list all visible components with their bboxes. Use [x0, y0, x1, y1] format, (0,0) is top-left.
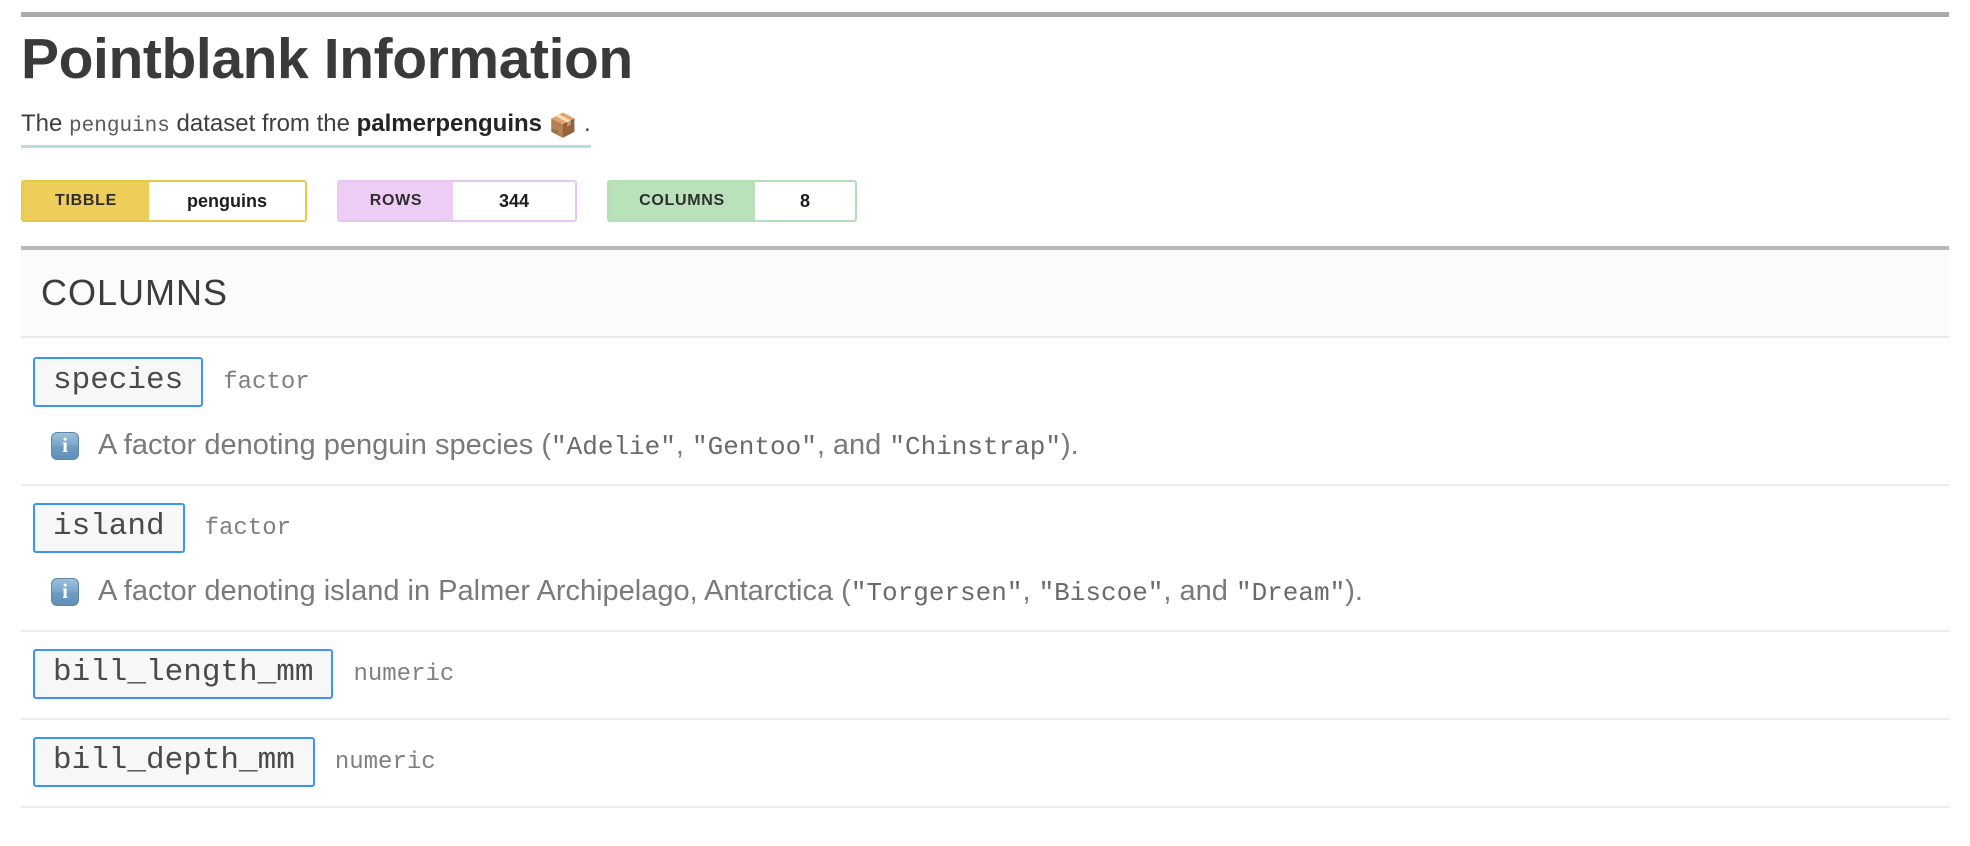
columns-section-header: COLUMNS: [21, 246, 1949, 338]
info-icon: [51, 432, 79, 460]
columns-list: species factor A factor denoting penguin s…: [21, 340, 1949, 808]
column-row: island factor A factor denoting island in …: [21, 486, 1949, 632]
column-description: A factor denoting penguin species ("Adel…: [21, 424, 1949, 468]
column-row: species factor A factor denoting penguin s…: [21, 340, 1949, 486]
description-code-token: "Dream": [1235, 578, 1346, 608]
description-text-token: , and: [1163, 575, 1236, 607]
subtitle-suffix: .: [583, 110, 591, 137]
column-name-chip[interactable]: bill_length_mm: [33, 648, 334, 700]
badge-columns: COLUMNS 8: [607, 180, 857, 222]
columns-section-title: COLUMNS: [41, 272, 229, 313]
column-name-line: bill_depth_mm numeric: [21, 734, 1949, 790]
column-name-chip[interactable]: bill_depth_mm: [33, 736, 315, 788]
description-text-token: A factor denoting penguin species (: [98, 429, 552, 461]
description-text-token: , and: [816, 429, 890, 461]
column-name-chip[interactable]: species: [33, 356, 204, 408]
badge-tibble-value: penguins: [149, 182, 305, 220]
column-description-text: A factor denoting island in Palmer Archi…: [98, 570, 1363, 614]
badge-tibble: TIBBLE penguins: [21, 180, 307, 222]
subtitle-package-name: palmerpenguins: [356, 110, 542, 137]
column-type-label: numeric: [334, 748, 436, 776]
column-name-chip[interactable]: island: [33, 502, 185, 554]
badge-rows-label: ROWS: [339, 182, 453, 220]
subtitle-middle: dataset from the: [169, 110, 357, 137]
column-name-line: bill_length_mm numeric: [21, 646, 1949, 702]
badge-columns-label: COLUMNS: [609, 182, 755, 220]
description-code-token: "Chinstrap": [889, 432, 1062, 462]
badge-columns-value: 8: [755, 182, 855, 220]
column-row: bill_length_mm numeric: [21, 632, 1949, 720]
column-name-line: island factor: [21, 500, 1949, 556]
badge-rows-value: 344: [453, 182, 575, 220]
report-subtitle: The penguins dataset from the palmerpeng…: [21, 108, 591, 148]
subtitle-prefix: The: [21, 110, 70, 137]
pointblank-information-page: Pointblank Information The penguins data…: [0, 0, 1970, 846]
column-description-text: A factor denoting penguin species ("Adel…: [98, 424, 1079, 468]
top-divider: [21, 12, 1949, 17]
package-icon: 📦: [548, 112, 578, 138]
summary-badges: TIBBLE penguins ROWS 344 COLUMNS 8: [21, 180, 857, 222]
subtitle-table-name: penguins: [69, 115, 170, 138]
description-code-token: "Torgersen": [850, 578, 1023, 608]
description-code-token: "Biscoe": [1038, 578, 1164, 608]
column-description: A factor denoting island in Palmer Archi…: [21, 570, 1949, 614]
column-row: bill_depth_mm numeric: [21, 720, 1949, 808]
description-text-token: ).: [1345, 575, 1363, 607]
badge-rows: ROWS 344: [337, 180, 577, 222]
description-code-token: "Gentoo": [691, 432, 817, 462]
description-text-token: ).: [1061, 429, 1079, 461]
column-type-label: factor: [204, 514, 292, 542]
column-type-label: factor: [223, 368, 310, 396]
description-code-token: "Adelie": [551, 432, 676, 462]
page-title: Pointblank Information: [21, 27, 633, 91]
description-text-token: ,: [1022, 575, 1039, 607]
badge-tibble-label: TIBBLE: [23, 182, 149, 220]
report-header: Pointblank Information The penguins data…: [21, 25, 1949, 148]
column-name-line: species factor: [21, 354, 1949, 410]
description-text-token: ,: [675, 429, 692, 461]
column-type-label: numeric: [353, 660, 455, 688]
description-text-token: A factor denoting island in Palmer Archi…: [98, 575, 851, 607]
info-icon: [51, 578, 79, 606]
